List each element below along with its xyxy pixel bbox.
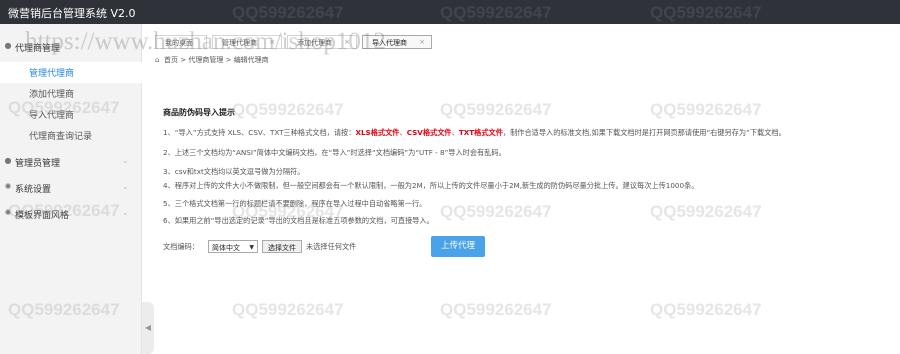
tip-line-5: 5、三个格式文档第一行的标题栏请不要删除，程序在导入过程中自动省略第一行。: [163, 199, 427, 208]
sidebar-group-admin[interactable]: ● 管理员管理 ⌄: [0, 151, 142, 173]
app-title: 微营销后台管理系统 V2.0: [8, 7, 136, 20]
chevron-down-icon: ⌄: [122, 208, 129, 217]
watermark-text: QQ599262647: [440, 3, 552, 22]
csv-template-link[interactable]: CSV格式文件: [407, 128, 452, 137]
encoding-select[interactable]: 简体中文 ▼: [208, 240, 258, 253]
close-icon[interactable]: ×: [419, 38, 425, 46]
tab-my-desktop[interactable]: 我的桌面: [155, 35, 207, 49]
tab-bar: 我的桌面 管理代理商 × 添加代理商 × 导入代理商 ×: [155, 27, 900, 49]
home-icon: ⌂: [155, 56, 160, 64]
watermark-text: QQ599262647: [440, 202, 552, 221]
txt-template-link[interactable]: TXT格式文件: [459, 128, 503, 137]
tab-add-agent[interactable]: 添加代理商 ×: [287, 35, 357, 49]
file-status: 未选择任何文件: [306, 242, 357, 251]
watermark-text: QQ599262647: [440, 100, 552, 119]
chevron-down-icon: ⌄: [122, 182, 129, 191]
person-icon: ●: [4, 41, 12, 50]
breadcrumb-home[interactable]: 首页: [164, 56, 178, 64]
tip-line-3: 3、csv和txt文档均以英文逗号做为分隔符。: [163, 167, 305, 176]
xls-template-link[interactable]: XLS格式文件: [355, 128, 399, 137]
sidebar-collapse-button[interactable]: ◀: [142, 302, 154, 354]
sidebar-group-settings[interactable]: ✺ 系统设置 ⌄: [0, 177, 142, 199]
chevron-left-icon: ◀: [144, 323, 152, 332]
watermark-text: QQ599262647: [440, 300, 552, 319]
sidebar-item-add-agent[interactable]: 添加代理商: [0, 83, 142, 104]
watermark-text: QQ599262647: [8, 300, 120, 319]
watermark-text: QQ599262647: [650, 202, 762, 221]
breadcrumb-level1[interactable]: 代理商管理: [188, 56, 223, 64]
close-icon[interactable]: ×: [269, 38, 275, 46]
sidebar-group-agent[interactable]: ● 代理商管理: [0, 36, 142, 58]
encoding-label: 文档编码：: [163, 242, 199, 251]
tip-line-2: 2、上述三个文档均为“ANSI”简体中文编码文档，在“导入”时选择“文档编码”为…: [163, 148, 506, 157]
chevron-down-icon: ▼: [249, 244, 254, 251]
watermark-text: QQ599262647: [232, 300, 344, 319]
sidebar-item-manage-agent[interactable]: 管理代理商: [0, 62, 142, 83]
sidebar-item-import-agent[interactable]: 导入代理商: [0, 104, 142, 125]
gear-icon: ✺: [4, 182, 12, 191]
watermark-text: QQ599262647: [650, 100, 762, 119]
choose-file-button[interactable]: 选择文件: [262, 240, 302, 253]
watermark-text: QQ599262647: [232, 3, 344, 22]
tab-import-agent[interactable]: 导入代理商 ×: [362, 35, 432, 49]
watermark-text: QQ599262647: [232, 100, 344, 119]
breadcrumb-level2: 编辑代理商: [233, 56, 269, 64]
sidebar-group-template[interactable]: ✺ 模板界面风格 ⌄: [0, 203, 142, 225]
breadcrumb: ⌂ 首页 > 代理商管理 > 编辑代理商: [155, 56, 269, 64]
person-icon: ●: [4, 156, 12, 165]
gear-icon: ✺: [4, 208, 12, 217]
tip-line-4: 4、程序对上传的文件大小不做限制，但一般空间都会有一个默认限制，一般为2M，所以…: [163, 181, 699, 190]
top-bar: 微营销后台管理系统 V2.0 QQ599262647 QQ599262647 Q…: [0, 0, 900, 24]
sidebar: ● 代理商管理 管理代理商 添加代理商 导入代理商 代理商查询记录 ● 管理员管…: [0, 24, 142, 354]
sidebar-item-agent-query-log[interactable]: 代理商查询记录: [0, 125, 142, 146]
section-title: 商品防伪码导入提示: [163, 108, 235, 117]
watermark-text: QQ599262647: [650, 3, 762, 22]
chevron-down-icon: ⌄: [122, 156, 129, 165]
watermark-text: QQ599262647: [650, 300, 762, 319]
upload-agent-button[interactable]: 上传代理: [431, 236, 485, 257]
tab-manage-agent[interactable]: 管理代理商 ×: [212, 35, 282, 49]
close-icon[interactable]: ×: [344, 38, 350, 46]
tip-line-1: 1、“导入”方式支持 XLS、CSV、TXT三种格式文档，请按：XLS格式文件、…: [163, 128, 786, 137]
tip-line-6: 6、如果用之前“导出选定的记录”导出的文档且是标准五项参数的文档，可直接导入。: [163, 216, 434, 225]
